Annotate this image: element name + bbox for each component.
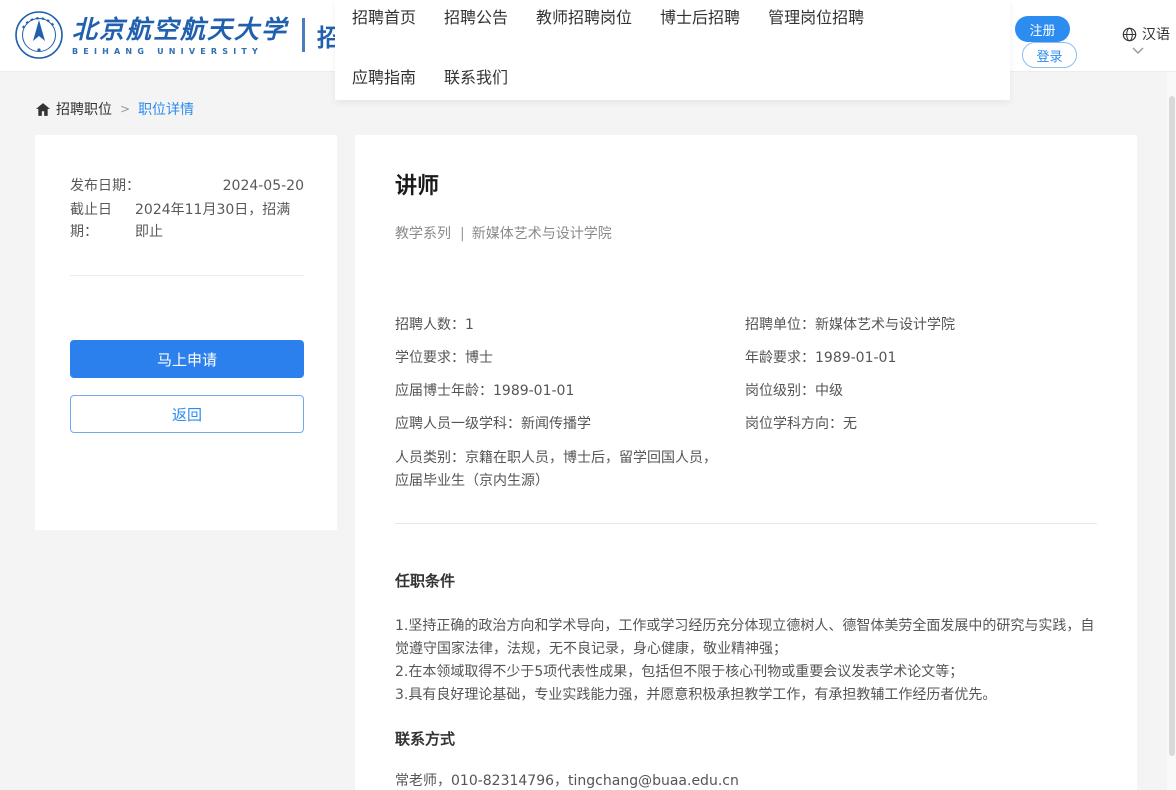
contact-heading: 联系方式 (395, 731, 1097, 747)
home-icon (36, 103, 50, 116)
field-position-level: 岗位级别：中级 (745, 381, 1097, 401)
field-age-requirement: 年龄要求：1989-01-01 (745, 348, 1097, 368)
job-title: 讲师 (395, 172, 1097, 202)
job-summary-card: 发布日期： 2024-05-20 截止日期： 2024年11月30日，招满即止 … (35, 135, 337, 530)
field-headcount: 招聘人数：1 (395, 315, 745, 335)
field-degree-requirement: 学位要求：博士 (395, 348, 745, 368)
language-selector[interactable]: 汉语 (1122, 24, 1170, 44)
nav-item-teacher-positions[interactable]: 教师招聘岗位 (536, 7, 632, 29)
job-series: 教学系列 (395, 226, 451, 242)
scrollbar-thumb[interactable] (1169, 96, 1175, 756)
content-divider (395, 523, 1097, 524)
field-discipline-direction: 岗位学科方向：无 (745, 414, 1097, 434)
subtitle-separator: | (460, 226, 465, 242)
deadline-row: 截止日期： 2024年11月30日，招满即止 (70, 199, 304, 243)
field-personnel-category: 人员类别：京籍在职人员，博士后，留学回国人员，应届毕业生（京内生源） (395, 447, 727, 493)
scrollbar-track[interactable] (1167, 72, 1176, 790)
breadcrumb: 招聘职位 > 职位详情 (36, 99, 194, 119)
field-first-level-discipline: 应聘人员一级学科：新闻传播学 (395, 414, 745, 434)
requirements-heading: 任职条件 (395, 573, 1097, 589)
contact-info: 常老师，010-82314796，tingchang@buaa.edu.cn (395, 771, 1097, 790)
logo-divider (302, 18, 305, 52)
job-fields: 招聘人数：1 招聘单位：新媒体艺术与设计学院 学位要求：博士 年龄要求：1989… (395, 315, 1097, 493)
job-subtitle: 教学系列 | 新媒体艺术与设计学院 (395, 224, 1097, 244)
breadcrumb-section-link[interactable]: 招聘职位 (36, 99, 112, 119)
back-button[interactable]: 返回 (70, 395, 304, 433)
publish-date-row: 发布日期： 2024-05-20 (70, 175, 304, 197)
job-detail-card: 讲师 教学系列 | 新媒体艺术与设计学院 招聘人数：1 招聘单位：新媒体艺术与设计学… (355, 135, 1137, 790)
university-seal-icon (14, 10, 64, 60)
breadcrumb-separator: > (120, 102, 130, 116)
nav-row-2: 应聘指南 联系我们 (352, 67, 508, 89)
nav-item-application-guide[interactable]: 应聘指南 (352, 67, 416, 89)
nav-item-postdoc[interactable]: 博士后招聘 (660, 7, 740, 29)
nav-item-management-positions[interactable]: 管理岗位招聘 (768, 7, 864, 29)
job-department: 新媒体艺术与设计学院 (472, 226, 612, 242)
nav-row-1: 招聘首页 招聘公告 教师招聘岗位 博士后招聘 管理岗位招聘 (352, 7, 864, 29)
field-hiring-unit: 招聘单位：新媒体艺术与设计学院 (745, 315, 1097, 335)
nav-item-announcements[interactable]: 招聘公告 (444, 7, 508, 29)
sidebar-divider (70, 275, 304, 276)
register-button[interactable]: 注册 (1015, 16, 1070, 42)
page: 北京航空航天大学 BEIHANG UNIVERSITY 招聘网 注册 登录 汉语… (0, 0, 1176, 790)
breadcrumb-current: 职位详情 (138, 99, 194, 119)
chevron-down-icon[interactable] (1131, 46, 1145, 55)
university-logo[interactable]: 北京航空航天大学 BEIHANG UNIVERSITY 招聘网 (14, 10, 389, 60)
breadcrumb-section-label: 招聘职位 (56, 99, 112, 119)
login-button[interactable]: 登录 (1022, 42, 1077, 68)
main-nav: 招聘首页 招聘公告 教师招聘岗位 博士后招聘 管理岗位招聘 应聘指南 联系我们 (335, 0, 1010, 100)
nav-item-home[interactable]: 招聘首页 (352, 7, 416, 29)
apply-now-button[interactable]: 马上申请 (70, 340, 304, 378)
language-label: 汉语 (1142, 24, 1170, 44)
publish-date-label: 发布日期： (70, 175, 140, 197)
requirement-item: 1.坚持正确的政治方向和学术导向，工作或学习经历充分体现立德树人、德智体美劳全面… (395, 615, 1097, 661)
requirement-item: 2.在本领域取得不少于5项代表性成果，包括但不限于核心刊物或重要会议发表学术论文… (395, 661, 1097, 684)
publish-date-value: 2024-05-20 (223, 175, 304, 197)
deadline-value: 2024年11月30日，招满即止 (135, 199, 304, 243)
university-name-cn: 北京航空航天大学 (72, 15, 288, 45)
requirement-item: 3.具有良好理论基础，专业实践能力强，并愿意积极承担教学工作，有承担教辅工作经历… (395, 684, 1097, 707)
university-name-en: BEIHANG UNIVERSITY (72, 47, 288, 56)
deadline-label: 截止日期： (70, 199, 118, 243)
university-name-block: 北京航空航天大学 BEIHANG UNIVERSITY (72, 15, 288, 56)
field-fresh-phd-age: 应届博士年龄：1989-01-01 (395, 381, 745, 401)
nav-item-contact-us[interactable]: 联系我们 (444, 67, 508, 89)
globe-icon (1122, 27, 1137, 42)
requirements-text: 1.坚持正确的政治方向和学术导向，工作或学习经历充分体现立德树人、德智体美劳全面… (395, 615, 1097, 707)
